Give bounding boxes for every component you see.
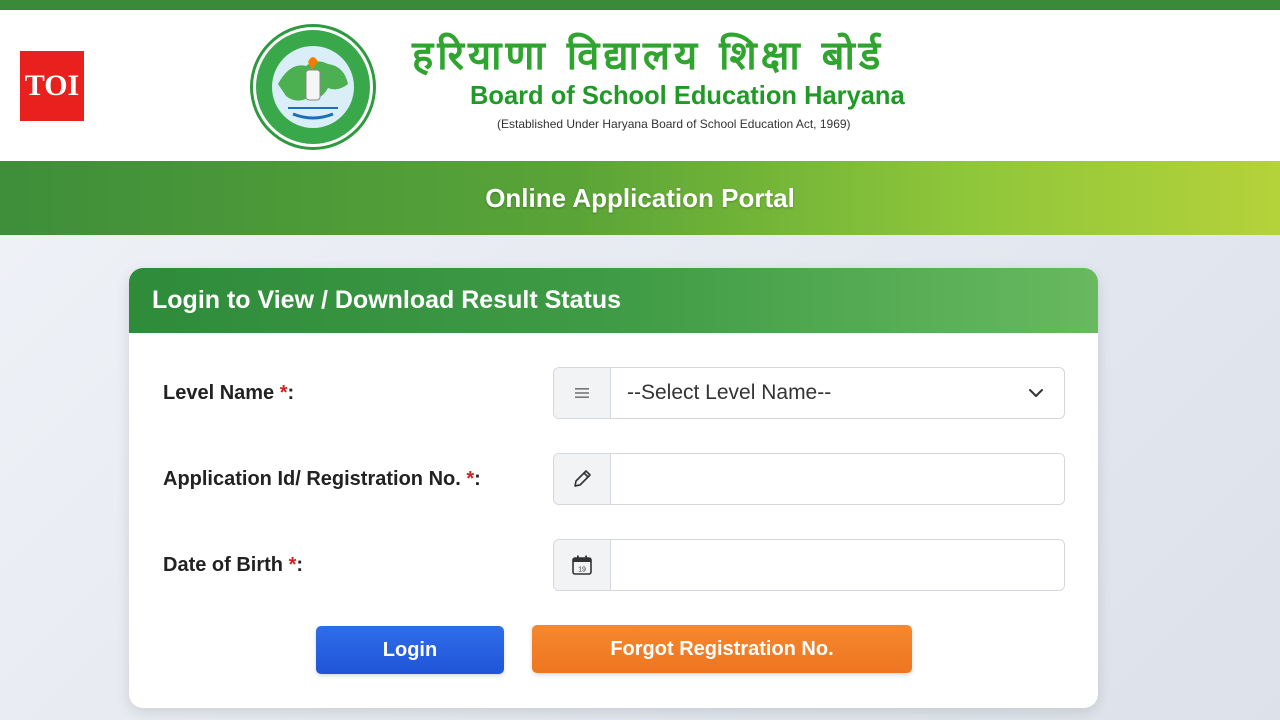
dob-group: 19 [553,539,1065,591]
dob-input[interactable] [611,540,1064,590]
card-title: Login to View / Download Result Status [152,286,622,314]
english-board-title: Board of School Education Haryana [470,80,905,110]
level-name-selected-value[interactable]: --Select Level Name-- [611,368,1064,418]
portal-banner: Online Application Portal [0,161,1280,235]
toi-logo: TOI [20,51,84,121]
established-note: (Established Under Haryana Board of Scho… [497,117,851,131]
top-accent-strip [0,0,1280,10]
application-id-label: Application Id/ Registration No. *: [163,468,481,491]
chevron-down-icon [1029,389,1043,397]
list-icon [554,368,611,418]
bseh-emblem-icon [250,24,376,150]
level-name-selected-text: --Select Level Name-- [627,381,832,404]
login-card: Login to View / Download Result Status L… [129,268,1098,708]
dob-label: Date of Birth *: [163,554,303,577]
level-name-select[interactable]: --Select Level Name-- [553,367,1065,419]
label-colon: : [296,554,304,576]
level-name-label: Level Name *: [163,382,294,405]
application-id-label-text: Application Id/ Registration No. [163,468,467,490]
required-marker: * [466,468,475,490]
application-id-row: Application Id/ Registration No. *: [129,453,1098,505]
application-id-group [553,453,1065,505]
level-name-label-text: Level Name [163,382,280,404]
calendar-icon[interactable]: 19 [554,540,611,590]
login-button[interactable]: Login [316,626,504,674]
card-header: Login to View / Download Result Status [129,268,1098,333]
dob-row: Date of Birth *: 19 [129,539,1098,591]
label-colon: : [287,382,295,404]
hindi-board-title: हरियाणा विद्यालय शिक्षा बोर्ड [412,33,885,79]
level-name-row: Level Name *: --Select Level Name-- [129,367,1098,419]
portal-title: Online Application Portal [485,182,795,213]
forgot-registration-button[interactable]: Forgot Registration No. [532,625,912,673]
dob-label-text: Date of Birth [163,554,289,576]
pencil-icon [554,454,611,504]
required-marker: * [279,382,288,404]
application-id-input[interactable] [611,454,1064,504]
calendar-day-text: 19 [578,567,586,574]
label-colon: : [474,468,481,490]
